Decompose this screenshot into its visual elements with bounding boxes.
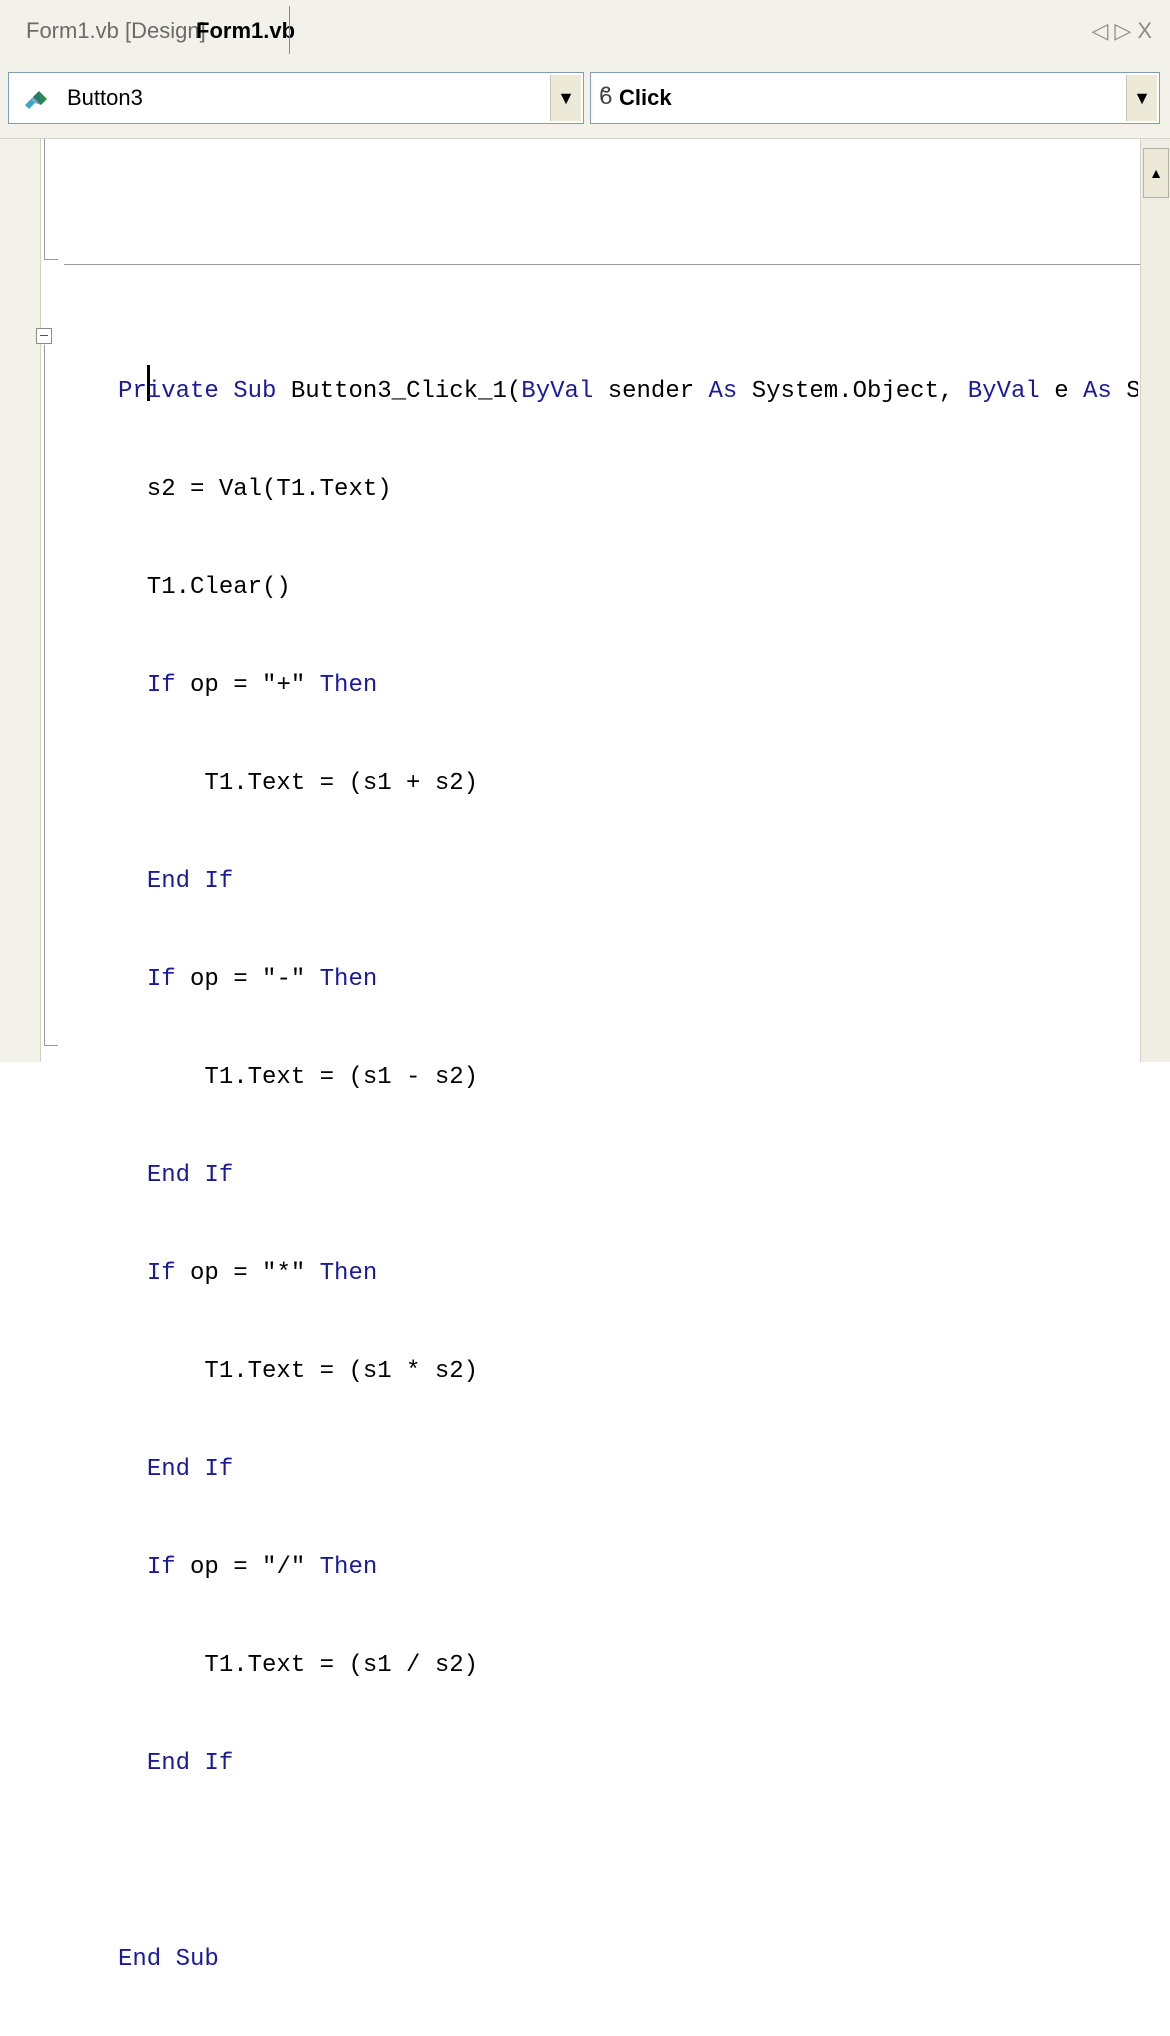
code-line: T1.Text = (s1 + s2): [118, 770, 479, 797]
keyword-token: End: [146, 1162, 191, 1189]
keyword-token: Sub: [175, 1946, 219, 1973]
close-tab-icon[interactable]: X: [1137, 18, 1158, 43]
keyword-token: If: [204, 868, 234, 895]
code-line: If op = "*" Then: [146, 1260, 378, 1287]
keyword-token: ByVal: [967, 378, 1040, 405]
method-name-value: Click: [619, 85, 672, 110]
keyword-token: If: [146, 1260, 176, 1287]
keyword-token: If: [146, 672, 176, 699]
keyword-token: Private: [118, 378, 219, 405]
code-line: T1.Text = (s1 * s2): [118, 1358, 479, 1385]
code-line: Private Sub Button3_Click_1(ByVal sender…: [118, 378, 1138, 405]
collapse-region-toggle[interactable]: [36, 328, 52, 344]
keyword-token: End: [146, 1750, 191, 1777]
outline-guide: [44, 139, 45, 259]
tab-controls: ◁▷X: [1091, 18, 1158, 44]
scroll-tabs-left-icon[interactable]: ◁: [1091, 18, 1114, 43]
keyword-token: Then: [319, 1260, 378, 1287]
code-line: T1.Text = (s1 - s2): [118, 1064, 479, 1091]
code-line: End If: [118, 1448, 1138, 1492]
code-text[interactable]: Private Sub Button3_Click_1(ByVal sender…: [118, 316, 1138, 2036]
keyword-token: As: [1083, 378, 1112, 405]
keyword-token: If: [146, 966, 176, 993]
tab-form1-code[interactable]: Form1.vb: [196, 18, 295, 44]
code-line: If op = "-" Then: [146, 966, 378, 993]
keyword-token: ByVal: [521, 378, 594, 405]
outline-guide: [44, 345, 45, 1045]
keyword-token: End: [146, 868, 191, 895]
chevron-down-icon[interactable]: ▼: [550, 75, 581, 121]
tab-form1-design[interactable]: Form1.vb [Design]: [26, 18, 206, 44]
lightning-icon: ϐ: [599, 83, 613, 110]
code-line: T1.Clear(): [118, 574, 291, 601]
code-line: If op = "+" Then: [146, 672, 378, 699]
code-line: End If: [118, 1154, 1138, 1198]
tab-divider: [289, 6, 290, 54]
keyword-token: End: [118, 1946, 162, 1973]
keyword-token: End: [146, 1456, 191, 1483]
keyword-token: If: [204, 1162, 234, 1189]
keyword-token: As: [708, 378, 738, 405]
code-line: End If: [118, 1742, 1138, 1786]
keyword-token: If: [204, 1750, 234, 1777]
code-line: T1.Text = (s1 / s2): [118, 1652, 479, 1679]
scroll-up-icon[interactable]: ▲: [1143, 148, 1169, 198]
method-name-dropdown[interactable]: ϐ Click ▼: [590, 72, 1160, 124]
keyword-token: Sub: [233, 378, 277, 405]
keyword-token: Then: [319, 966, 378, 993]
keyword-token: Then: [319, 672, 378, 699]
scroll-tabs-right-icon[interactable]: ▷: [1114, 18, 1137, 43]
keyword-token: If: [204, 1456, 234, 1483]
code-editor[interactable]: Private Sub Button3_Click_1(ByVal sender…: [0, 139, 1170, 1973]
code-line: If op = "/" Then: [146, 1554, 378, 1581]
indicator-margin: [0, 139, 41, 1062]
vertical-scrollbar[interactable]: ▲: [1140, 139, 1170, 1062]
outline-guide-end: [44, 259, 58, 260]
chevron-down-icon[interactable]: ▼: [1126, 75, 1157, 121]
keyword-token: Then: [319, 1554, 378, 1581]
class-name-dropdown[interactable]: Button3 ▼: [8, 72, 584, 124]
outline-guide-end: [44, 1045, 58, 1046]
class-name-value: Button3: [67, 85, 143, 110]
document-tab-strip: Form1.vb [Design] Form1.vb ◁▷X: [0, 0, 1170, 63]
code-line: s2 = Val(T1.Text): [118, 476, 392, 503]
code-line: End Sub: [118, 1938, 1138, 1982]
code-line: End If: [118, 860, 1138, 904]
keyword-token: If: [146, 1554, 176, 1581]
code-navigation-bar: Button3 ▼ ϐ Click ▼: [0, 62, 1170, 139]
procedure-separator: [64, 264, 1140, 265]
class-icon: [25, 91, 47, 109]
